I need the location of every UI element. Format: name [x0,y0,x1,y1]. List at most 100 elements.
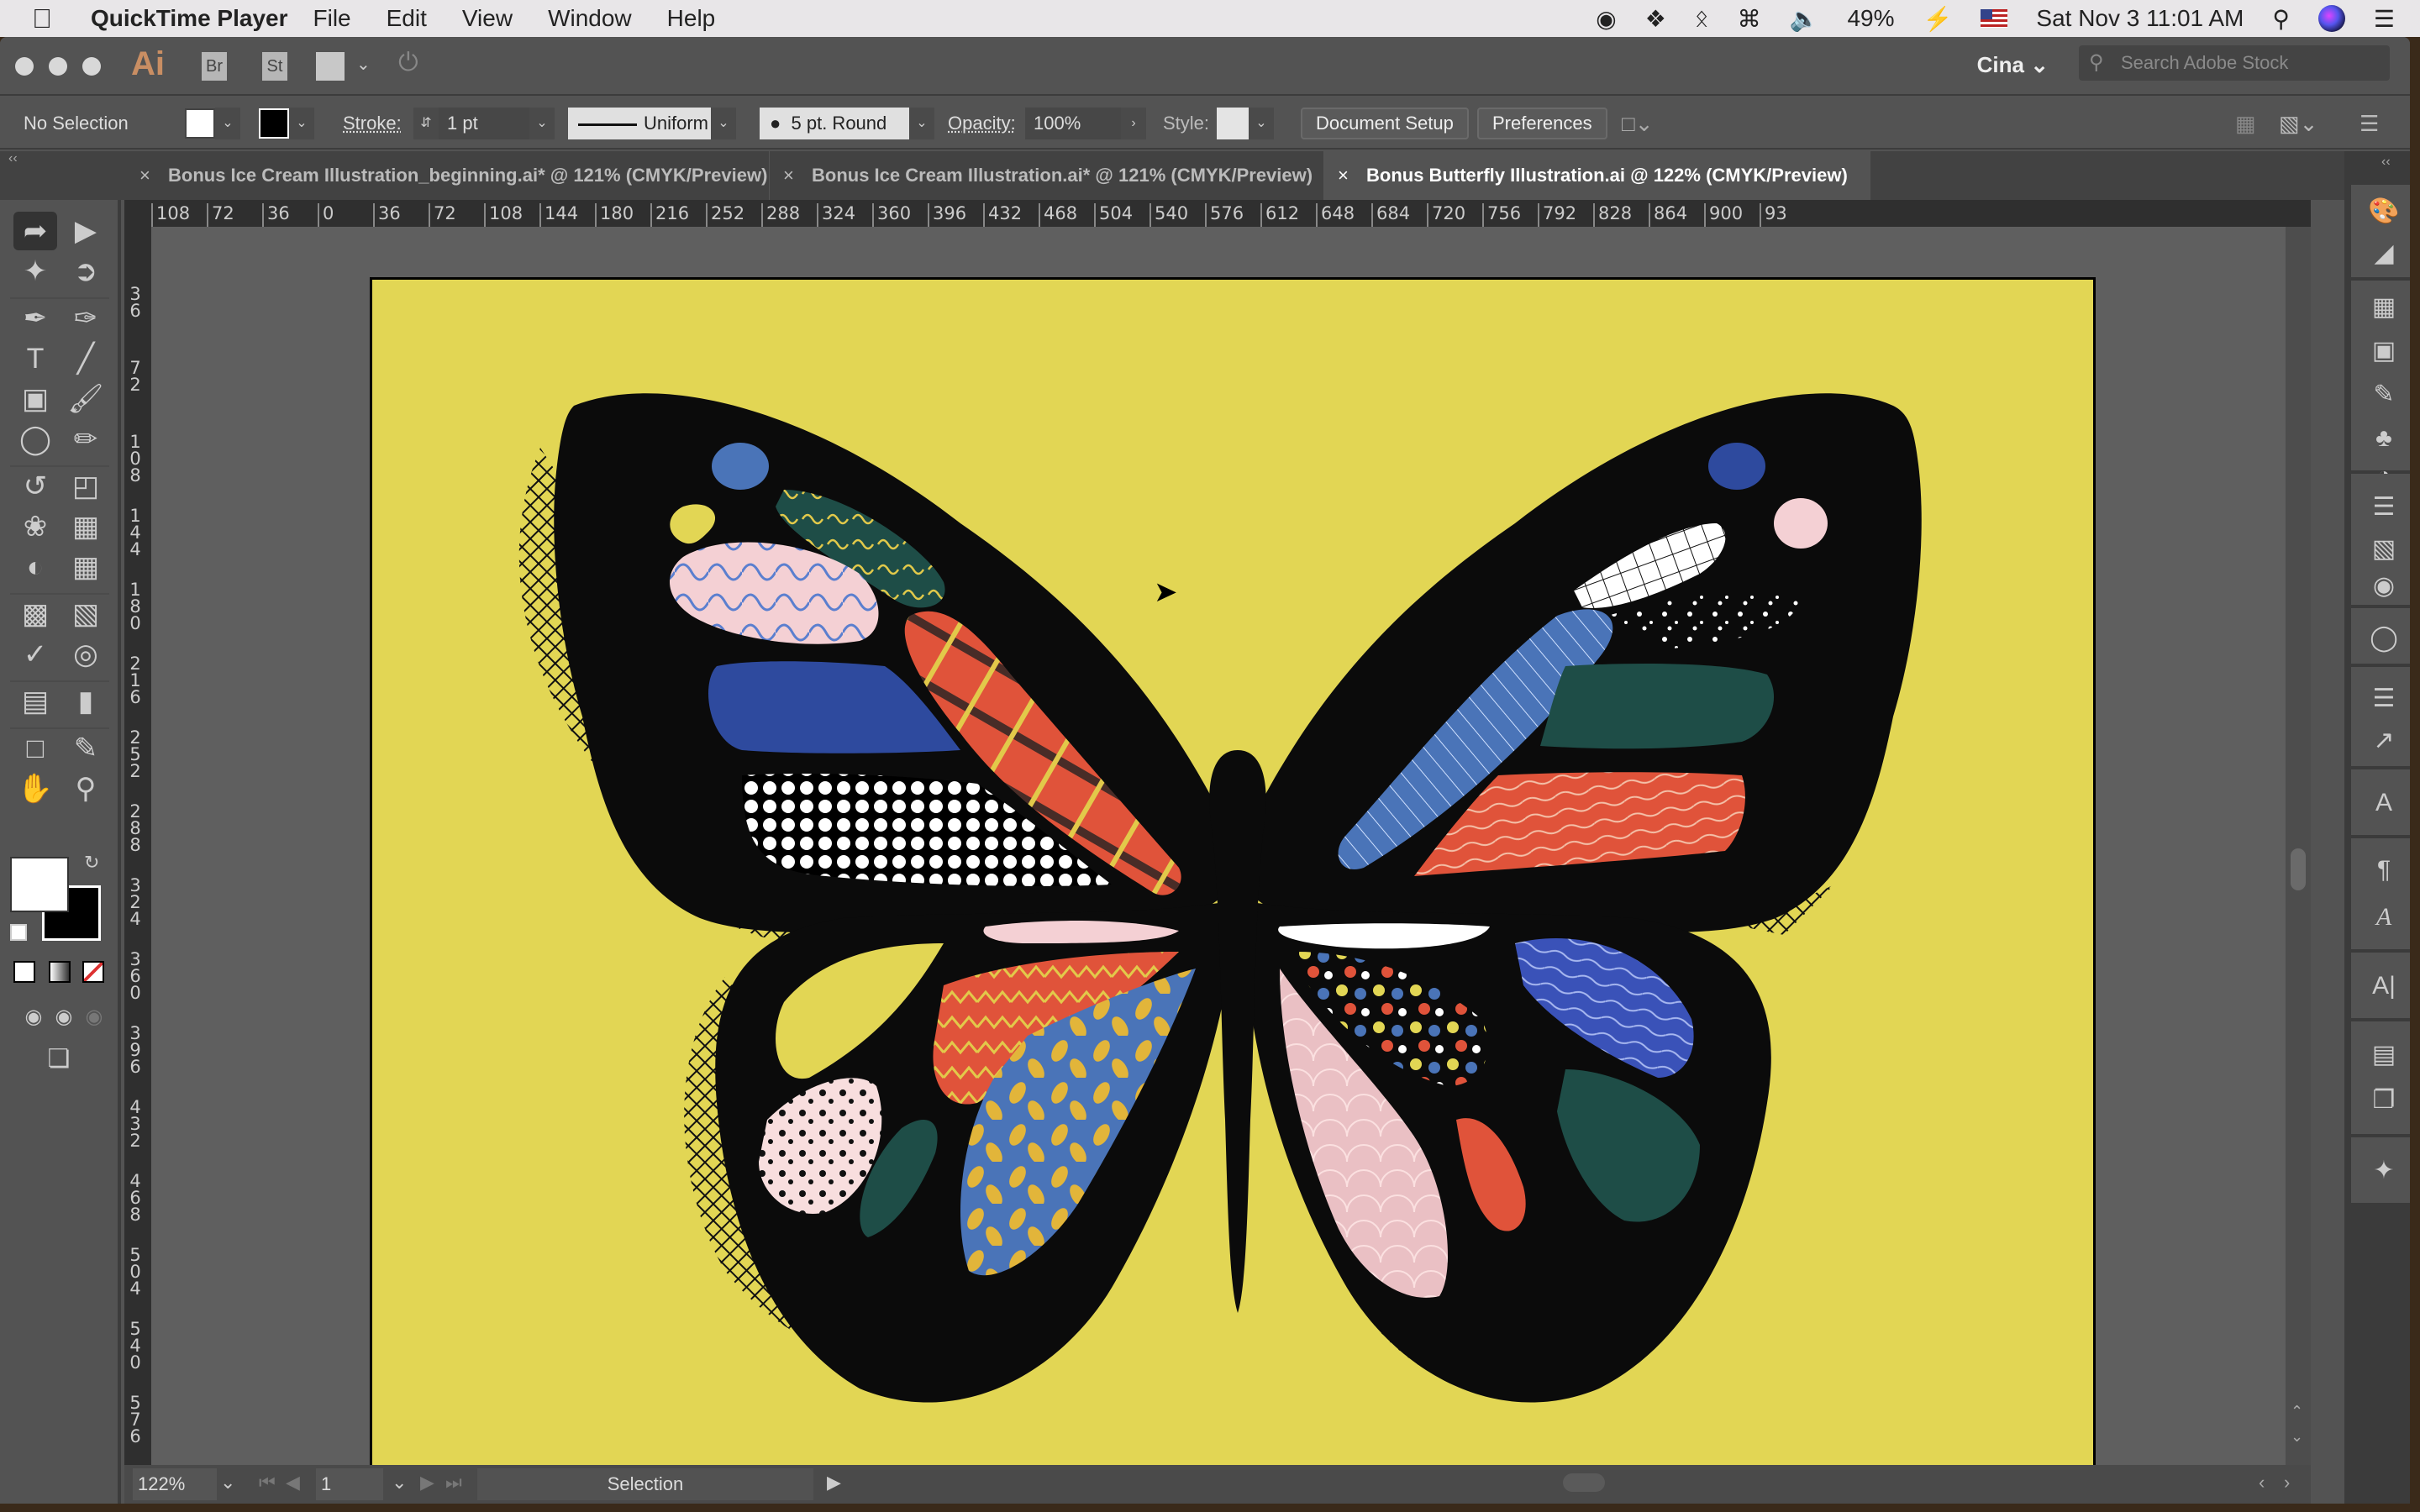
close-tab-icon[interactable]: × [1338,151,1349,200]
gpu-performance-icon[interactable]: ⏻ [398,49,418,77]
perspective-grid-tool-icon[interactable]: ▦ [64,548,108,586]
next-artboard-icon[interactable]: ▶ [420,1472,434,1494]
none-mode-icon[interactable] [82,961,104,983]
rectangle-tool-icon[interactable]: ▣ [13,380,57,418]
dropbox-icon[interactable]: ❖ [1645,5,1666,33]
scale-tool-icon[interactable]: ◰ [64,467,108,506]
input-source-flag-icon[interactable] [1981,9,2008,28]
eyedropper-tool-icon[interactable]: ✓ [13,635,57,674]
appearance-panel-icon[interactable]: ◯ [2363,620,2405,657]
opacity-value[interactable]: 100% [1025,108,1121,139]
zoom-dropdown-icon[interactable]: ⌄ [220,1472,235,1494]
horizontal-scroll-thumb[interactable] [1563,1473,1605,1492]
clock[interactable]: Sat Nov 3 11:01 AM [2036,5,2244,32]
color-mode-icon[interactable] [13,961,35,983]
gradient-panel-icon[interactable]: ▧ [2363,531,2405,568]
minimize-window-button[interactable] [49,57,67,76]
preferences-button[interactable]: Preferences [1477,108,1607,139]
tab-ice-cream[interactable]: × Bonus Ice Cream Illustration.ai* @ 121… [770,151,1324,200]
volume-icon[interactable]: 🔈 [1790,5,1819,33]
workspace-switcher[interactable]: Cina ⌄ [1977,52,2049,78]
chevron-down-icon[interactable]: ⌄ [529,108,555,139]
bridge-button[interactable]: Br [202,52,227,81]
close-tab-icon[interactable]: × [139,151,150,200]
notification-center-icon[interactable]: ☰ [2374,5,2395,33]
menu-file[interactable]: File [313,5,351,32]
menu-help[interactable]: Help [667,5,716,32]
previous-artboard-icon[interactable]: ◀ [286,1472,300,1494]
stroke-weight-field[interactable]: ⇵ 1 pt ⌄ [413,108,555,139]
line-tool-icon[interactable]: ╱ [64,339,108,378]
stock-button[interactable]: St [262,52,287,81]
fill-swatch[interactable]: ⌄ [185,108,240,139]
type-tool-icon[interactable]: T [13,339,57,378]
draw-inside-icon[interactable]: ◉ [72,998,116,1037]
pathfinder-panel-icon[interactable]: ❐ [2363,1082,2405,1119]
stroke-label[interactable]: Stroke: [343,108,402,139]
first-artboard-icon[interactable]: ⏮ [259,1472,276,1494]
artboard-dropdown-icon[interactable]: ⌄ [392,1472,407,1494]
artboards-panel-icon[interactable]: ▣ [2363,333,2405,370]
transparency-panel-icon[interactable]: ◉ [2363,568,2405,605]
scroll-right-icon[interactable]: › [2284,1472,2290,1494]
stroke-panel-icon[interactable]: ☰ [2363,489,2405,526]
menu-app-name[interactable]: QuickTime Player [91,5,288,32]
opacity-field[interactable]: 100% › [1025,108,1146,139]
eraser-tool-icon[interactable]: ✏ [64,420,108,459]
battery-icon[interactable]: ⚡ [1923,5,1953,33]
siri-icon[interactable] [2317,5,2345,32]
expand-panels-icon[interactable]: ‹‹ [2381,155,2391,170]
scroll-down-icon[interactable]: ⌄ [2291,1428,2303,1446]
document-setup-button[interactable]: Document Setup [1301,108,1469,139]
bluetooth-icon[interactable]: ᛟ [1695,5,1709,32]
close-window-button[interactable] [15,57,34,76]
layers-panel-icon[interactable]: ☰ [2363,680,2405,717]
stroke-swatch[interactable]: ⌄ [259,108,314,139]
transform-icon[interactable]: ▧⌄ [2279,108,2317,139]
stroke-weight-value[interactable]: 1 pt [439,108,529,139]
status-menu-icon[interactable]: ▶ [827,1472,841,1494]
scroll-up-icon[interactable]: ⌃ [2291,1403,2303,1420]
blend-tool-icon[interactable]: ◎ [64,635,108,674]
selection-tool-icon[interactable]: ➦ [13,212,57,250]
opacity-label[interactable]: Opacity: [948,108,1016,139]
align-icon[interactable]: ▦ [2235,108,2256,139]
align-panel-icon[interactable]: ▤ [2363,1037,2405,1074]
chevron-down-icon[interactable]: ⌄ [1249,108,1274,139]
zoom-level-field[interactable]: 122% [133,1468,217,1500]
menu-view[interactable]: View [462,5,513,32]
default-fill-stroke-icon[interactable] [10,924,27,941]
artboard-tool-icon[interactable]: □ [13,729,57,768]
canvas[interactable]: ➤ ⌃ ⌄ [151,227,2311,1504]
spotlight-icon[interactable]: ⚲ [2272,5,2290,33]
character-panel-icon[interactable]: A| [2363,968,2405,1005]
chevron-down-icon[interactable]: ⌄ [909,108,934,139]
chevron-down-icon[interactable]: ⌄ [356,54,371,75]
magic-wand-tool-icon[interactable]: ✦ [13,252,57,291]
zoom-window-button[interactable] [82,57,101,76]
scroll-left-icon[interactable]: ‹ [2259,1472,2265,1494]
symbol-sprayer-tool-icon[interactable]: ▤ [13,682,57,721]
character-styles-icon[interactable]: A [2363,785,2405,822]
chevron-right-icon[interactable]: › [1121,108,1146,139]
adobe-stock-search[interactable]: ⚲ Search Adobe Stock [2079,45,2390,81]
mesh-tool-icon[interactable]: ▩ [13,595,57,633]
close-tab-icon[interactable]: × [783,151,794,200]
vertical-scrollbar[interactable]: ⌃ ⌄ [2286,227,2311,1504]
paragraph-panel-icon[interactable]: ¶ [2363,852,2405,889]
chevron-down-icon[interactable]: ⌄ [215,108,240,139]
brushes-panel-icon[interactable]: ✎ [2363,376,2405,413]
chevron-down-icon[interactable]: ⌄ [711,108,736,139]
apple-icon[interactable]:  [32,3,66,34]
swap-fill-stroke-icon[interactable]: ↻ [84,852,99,874]
fill-color-swatch-front[interactable] [10,857,69,912]
menu-edit[interactable]: Edit [387,5,427,32]
collapse-toolbar-icon[interactable]: ‹‹ [8,151,18,166]
horizontal-ruler[interactable]: 108 72 36 0 36 72 108 144 180 216 252 288 324 360 396 4… [124,200,2311,227]
shaper-tool-icon[interactable]: ◯ [13,420,57,459]
scroll-thumb[interactable] [2291,848,2306,890]
rotate-tool-icon[interactable]: ↺ [13,467,57,506]
color-panel-icon[interactable]: 🎨 [2363,193,2405,230]
last-artboard-icon[interactable]: ⏭ [445,1472,462,1494]
column-graph-tool-icon[interactable]: ▮ [64,682,108,721]
